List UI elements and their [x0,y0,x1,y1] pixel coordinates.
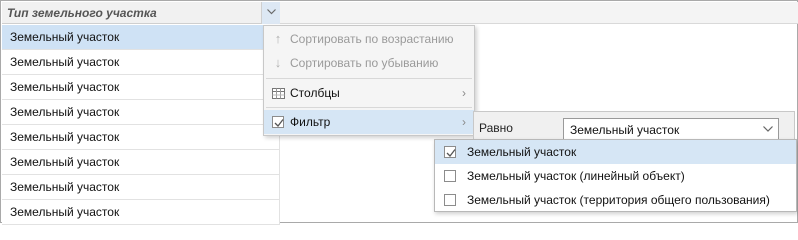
filter-value-select[interactable]: Земельный участок [563,118,779,140]
chevron-down-icon [763,126,773,132]
option-checkbox[interactable] [444,146,456,158]
filter-selected-value: Земельный участок [570,123,680,137]
menu-item-label: Сортировать по убыванию [290,56,439,70]
menu-item-label: Фильтр [290,115,331,129]
header-empty-area [280,2,798,24]
table-row[interactable]: Земельный участок [2,150,280,175]
data-grid: Тип земельного участка Земельный участок… [2,2,280,225]
grid-rows: Земельный участок Земельный участок Земе… [2,25,280,225]
menu-item-filter[interactable]: Фильтр › [264,110,474,134]
checkmark-icon [446,149,456,157]
chevron-right-icon: › [462,115,466,129]
list-item[interactable]: Земельный участок [435,140,796,164]
table-row[interactable]: Земельный участок [2,75,280,100]
chevron-down-icon [266,9,276,15]
menu-item-label: Сортировать по возрастанию [290,32,454,46]
sort-down-arrow-icon: ↓ [274,55,282,70]
menu-separator [266,107,472,108]
filter-checkbox[interactable] [270,110,286,134]
option-label: Земельный участок (территория общего пол… [467,193,770,207]
columns-grid-icon [270,81,286,105]
option-checkbox[interactable] [444,194,456,206]
menu-separator [266,78,472,79]
table-row[interactable]: Земельный участок [2,100,280,125]
sort-up-arrow-icon: ↑ [274,31,282,46]
menu-item-columns[interactable]: Столбцы › [264,81,474,105]
column-context-menu: ↑ Сортировать по возрастанию ↓ Сортирова… [263,25,475,136]
checkmark-icon [274,118,284,127]
grid-panel: Тип земельного участка Земельный участок… [0,0,798,225]
table-row[interactable]: Земельный участок [2,125,280,150]
table-row[interactable]: Земельный участок [2,25,280,50]
menu-item-sort-asc[interactable]: ↑ Сортировать по возрастанию [264,27,474,51]
column-header[interactable]: Тип земельного участка [2,2,280,24]
filter-options-list: Земельный участок Земельный участок (лин… [434,139,797,212]
filter-operator-label: Равно [479,121,513,135]
menu-item-label: Столбцы [290,86,340,100]
table-row[interactable]: Земельный участок [2,50,280,75]
list-item[interactable]: Земельный участок (линейный объект) [435,164,796,188]
table-row[interactable]: Земельный участок [2,175,280,200]
column-menu-trigger[interactable] [261,2,280,24]
option-label: Земельный участок (линейный объект) [467,169,685,183]
menu-item-sort-desc[interactable]: ↓ Сортировать по убыванию [264,51,474,75]
option-checkbox[interactable] [444,170,456,182]
table-row[interactable]: Земельный участок [2,200,280,225]
chevron-right-icon: › [462,86,466,100]
option-label: Земельный участок [467,145,577,159]
list-item[interactable]: Земельный участок (территория общего пол… [435,188,796,212]
column-header-title: Тип земельного участка [7,6,157,20]
